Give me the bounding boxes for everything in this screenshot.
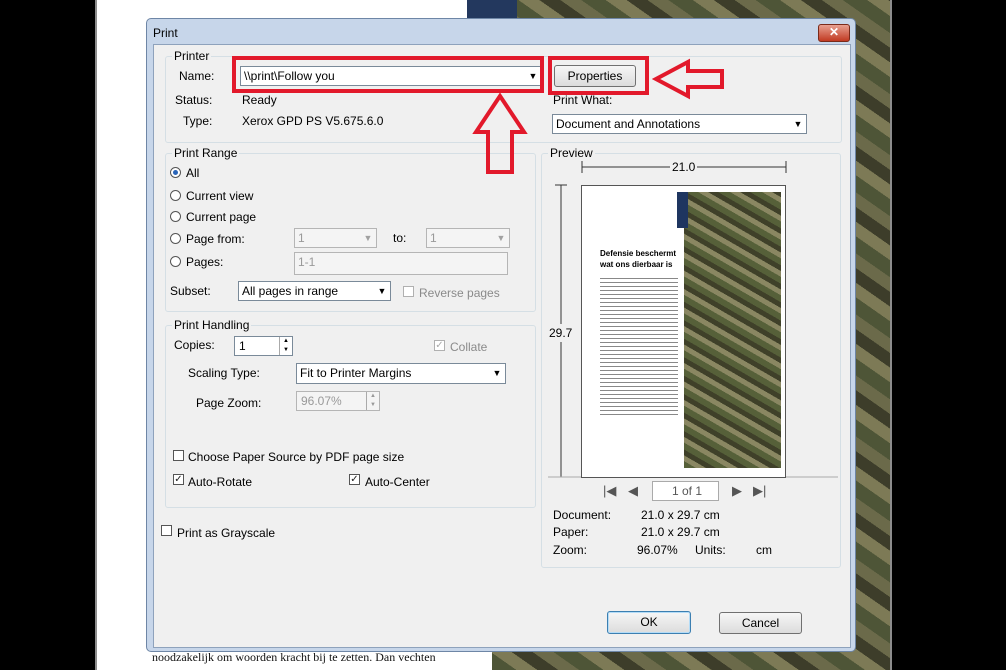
print-what-select[interactable]: Document and Annotations ▼ [552,114,807,134]
chevron-down-icon: ▼ [793,119,803,129]
chevron-down-icon: ▼ [496,233,506,243]
auto-center-checkbox[interactable]: ✓ [349,474,360,485]
chevron-down-icon: ▼ [363,233,373,243]
radio-page-from-label[interactable]: Page from: [186,232,245,246]
preview-page-title-line2: wat ons dierbaar is [600,260,673,269]
paper-size-value: 21.0 x 29.7 cm [641,525,720,539]
next-page-icon[interactable]: ▶ [732,483,742,499]
paper-source-label[interactable]: Choose Paper Source by PDF page size [188,450,404,464]
reverse-pages-checkbox[interactable] [403,286,414,297]
annotation-arrow-left-icon [652,58,724,100]
page-to-select[interactable]: 1 ▼ [426,228,510,248]
document-size-label: Document: [553,508,612,522]
preview-width-value: 21.0 [670,160,698,174]
radio-current-view[interactable] [170,190,181,201]
document-size-value: 21.0 x 29.7 cm [641,508,720,522]
printer-name-label: Name: [179,69,215,83]
radio-all[interactable] [170,167,181,178]
ok-button[interactable]: OK [607,611,691,634]
auto-rotate-checkbox[interactable]: ✓ [173,474,184,485]
subset-value: All pages in range [242,284,339,298]
last-page-icon[interactable]: ▶| [753,483,766,499]
scaling-type-value: Fit to Printer Margins [300,366,412,380]
preview-zoom-label: Zoom: [553,543,588,557]
page-zoom-value: 96.07% [301,394,342,408]
close-button[interactable]: ✕ [818,24,850,42]
chevron-down-icon: ▼ [377,286,387,296]
radio-current-page-label[interactable]: Current page [186,210,256,224]
annotation-arrow-up-icon [472,92,528,174]
annotation-highlight-properties [548,56,649,95]
collate-label: Collate [450,340,488,354]
paper-source-checkbox[interactable] [173,450,184,461]
preview-page-body-text [600,278,678,418]
first-page-icon[interactable]: |◀ [603,483,616,499]
print-range-label: Print Range [172,146,240,160]
subset-label: Subset: [170,284,211,298]
page-indicator[interactable]: 1 of 1 [652,481,719,501]
page-zoom-label: Page Zoom: [196,396,262,410]
print-what-label: Print What: [553,93,613,107]
radio-current-view-label[interactable]: Current view [186,189,253,203]
dialog-title: Print [153,26,178,40]
paper-size-label: Paper: [553,525,589,539]
collate-checkbox[interactable]: ✓ [434,340,445,351]
printer-status-value: Ready [242,93,277,107]
scaling-type-label: Scaling Type: [188,366,260,380]
page-zoom-stepper[interactable]: 96.07% ▲ ▼ [296,391,380,411]
copies-value: 1 [239,339,246,353]
reverse-pages-label: Reverse pages [419,286,500,300]
preview-page-logo [677,192,688,228]
radio-page-from[interactable] [170,233,181,244]
auto-center-label[interactable]: Auto-Center [365,475,430,489]
radio-pages[interactable] [170,256,181,267]
auto-rotate-label[interactable]: Auto-Rotate [188,475,252,489]
grayscale-label[interactable]: Print as Grayscale [177,526,275,540]
units-value: cm [756,543,772,557]
preview-page-title: Defensie beschermt wat ons dierbaar is [600,248,676,270]
spinner-arrows-icon[interactable]: ▲ ▼ [366,392,379,410]
chevron-down-icon: ▼ [492,368,502,378]
printer-type-label: Type: [183,114,213,128]
background-document-text: noodzakelijk om woorden kracht bij te ze… [152,650,436,664]
subset-select[interactable]: All pages in range ▼ [238,281,391,301]
page-to-label: to: [393,231,407,245]
grayscale-checkbox[interactable] [161,525,172,536]
background-emblem [467,0,517,18]
copies-label: Copies: [174,338,215,352]
preview-page-thumbnail: Defensie beschermt wat ons dierbaar is [581,185,786,478]
print-what-value: Document and Annotations [556,117,701,131]
radio-pages-label[interactable]: Pages: [186,255,223,269]
preview-zoom-value: 96.07% [637,543,678,557]
title-bar[interactable]: Print ✕ [147,19,855,45]
cancel-button[interactable]: Cancel [719,612,802,634]
printer-type-value: Xerox GPD PS V5.675.6.0 [242,114,384,128]
spinner-arrows-icon[interactable]: ▲ ▼ [279,337,292,355]
page-to-value: 1 [430,231,437,245]
preview-height-value: 29.7 [549,324,573,342]
radio-current-page[interactable] [170,211,181,222]
page-from-value: 1 [298,231,305,245]
background-right [892,0,1006,670]
annotation-highlight-printer-name [232,56,544,93]
printer-status-label: Status: [175,93,213,107]
preview-page-title-line1: Defensie beschermt [600,249,677,258]
background-left [0,0,95,670]
preview-page-photo [684,192,781,468]
pages-input-value: 1-1 [298,255,316,269]
units-label: Units: [695,543,726,557]
previous-page-icon[interactable]: ◀ [628,483,638,499]
scaling-type-select[interactable]: Fit to Printer Margins ▼ [296,363,506,384]
pages-input[interactable]: 1-1 [294,252,508,275]
print-handling-label: Print Handling [172,318,252,332]
copies-stepper[interactable]: 1 ▲ ▼ [234,336,293,356]
radio-all-label[interactable]: All [186,166,199,180]
printer-group-label: Printer [172,49,212,63]
page-from-select[interactable]: 1 ▼ [294,228,377,248]
